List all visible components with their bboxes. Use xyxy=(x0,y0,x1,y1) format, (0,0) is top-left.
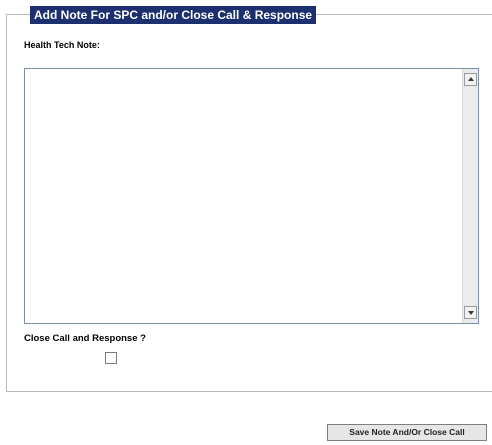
arrow-up-icon xyxy=(468,77,474,81)
scroll-down-button[interactable] xyxy=(464,306,477,319)
textarea-scrollbar[interactable] xyxy=(462,69,478,323)
close-call-label: Close Call and Response ? xyxy=(24,333,146,344)
scroll-up-button[interactable] xyxy=(464,73,477,86)
health-tech-note-textarea-container xyxy=(24,68,479,324)
fieldset-legend: Add Note For SPC and/or Close Call & Res… xyxy=(30,6,317,24)
save-note-button[interactable]: Save Note And/Or Close Call xyxy=(327,424,487,441)
health-tech-note-textarea[interactable] xyxy=(25,69,462,323)
arrow-down-icon xyxy=(468,311,474,315)
health-tech-note-label: Health Tech Note: xyxy=(24,40,100,50)
close-call-checkbox[interactable] xyxy=(105,352,117,364)
